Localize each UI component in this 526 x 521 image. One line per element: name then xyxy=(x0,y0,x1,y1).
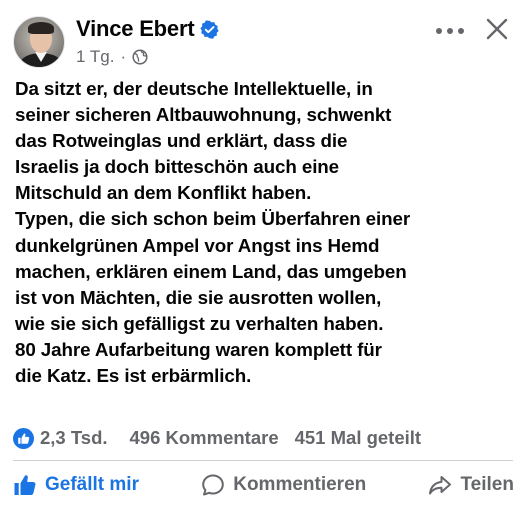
share-button[interactable]: Teilen xyxy=(428,473,514,497)
comment-button[interactable]: Kommentieren xyxy=(201,473,366,497)
comment-bubble-icon xyxy=(202,474,225,496)
reactions-count[interactable]: 2,3 Tsd. xyxy=(40,427,108,449)
post-stats: 2,3 Tsd. 496 Kommentare 451 Mal geteilt xyxy=(13,424,514,452)
post-meta: 1 Tg. · xyxy=(76,47,148,67)
divider xyxy=(13,460,513,461)
shares-count[interactable]: 451 Mal geteilt xyxy=(295,427,421,449)
close-button[interactable] xyxy=(484,16,510,42)
meta-separator: · xyxy=(120,47,127,66)
more-options-button[interactable] xyxy=(434,20,466,42)
like-label: Gefällt mir xyxy=(45,474,139,495)
share-arrow-icon xyxy=(429,476,452,495)
globe-icon[interactable] xyxy=(132,49,148,65)
share-label: Teilen xyxy=(460,474,514,495)
like-button[interactable]: Gefällt mir xyxy=(13,473,139,497)
close-icon xyxy=(486,18,508,40)
post-header: Vince Ebert 1 Tg. · xyxy=(13,14,512,72)
author-name[interactable]: Vince Ebert xyxy=(76,16,195,42)
action-bar: Gefällt mir Kommentieren Teilen xyxy=(13,466,514,504)
more-dots-icon xyxy=(436,28,464,34)
comment-label: Kommentieren xyxy=(233,474,367,495)
author-avatar[interactable] xyxy=(13,16,65,68)
post-body-text: Da sitzt er, der deutsche Intellektuelle… xyxy=(15,78,411,387)
post-time[interactable]: 1 Tg. xyxy=(76,47,114,67)
comments-count[interactable]: 496 Kommentare xyxy=(130,427,279,449)
thumbs-up-icon xyxy=(14,475,36,495)
avatar-hair xyxy=(28,22,54,34)
like-reaction-icon[interactable] xyxy=(13,427,34,449)
author-row: Vince Ebert xyxy=(76,16,220,42)
verified-badge-icon xyxy=(200,19,220,39)
